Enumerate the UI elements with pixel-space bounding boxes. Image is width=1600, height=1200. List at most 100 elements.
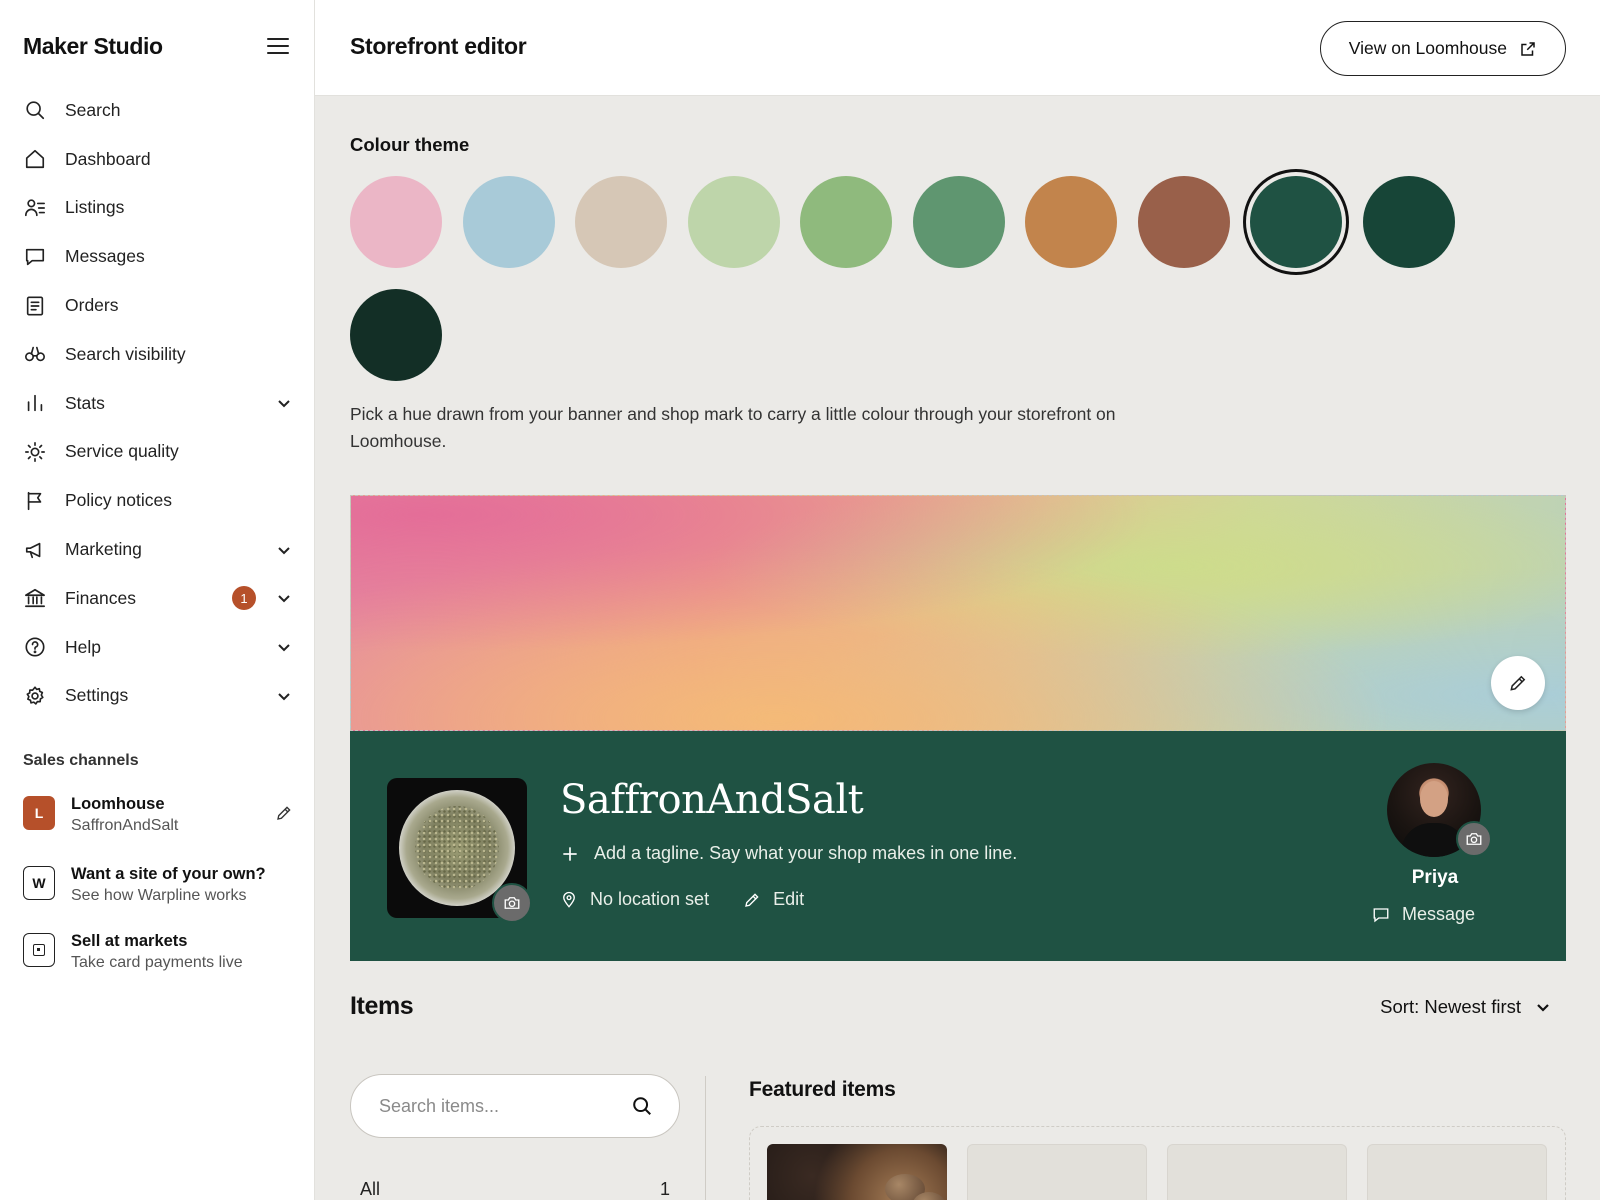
search-icon[interactable] (631, 1095, 653, 1117)
sidebar-nav: Search Dashboard Listings Messages Order… (0, 86, 315, 720)
featured-item-slot[interactable] (967, 1144, 1147, 1200)
sidebar-item-label: Listings (65, 197, 125, 218)
chevron-down-icon[interactable] (276, 542, 292, 558)
items-title: Items (350, 992, 414, 1020)
colour-swatch[interactable] (800, 176, 892, 268)
channel-title: Want a site of your own? (71, 865, 266, 883)
channel-warpline[interactable]: W Want a site of your own? See how Warpl… (23, 864, 293, 906)
sidebar-item-service-quality[interactable]: Service quality (0, 428, 315, 477)
sidebar-item-stats[interactable]: Stats (0, 379, 315, 428)
shop-name[interactable]: SaffronAndSalt (560, 777, 864, 823)
sidebar-item-label: Finances (65, 587, 137, 608)
home-icon (23, 147, 47, 171)
sidebar-item-finances[interactable]: Finances 1 (0, 574, 315, 623)
featured-item-slot[interactable] (1167, 1144, 1347, 1200)
sales-channels-title: Sales channels (23, 752, 139, 769)
colour-swatch[interactable] (1025, 176, 1117, 268)
view-button-label: View on Loomhouse (1348, 38, 1507, 58)
channel-subtitle: See how Warpline works (71, 887, 247, 904)
chevron-down-icon[interactable] (276, 590, 292, 606)
chevron-down-icon[interactable] (276, 395, 292, 411)
sidebar-item-label: Marketing (65, 539, 142, 560)
chevron-down-icon[interactable] (276, 688, 292, 704)
channel-markets[interactable]: Sell at markets Take card payments live (23, 931, 293, 973)
colour-swatch-selected[interactable] (1250, 176, 1342, 268)
colour-swatch[interactable] (575, 176, 667, 268)
page-title: Storefront editor (350, 33, 527, 59)
category-label: All (360, 1179, 381, 1199)
sidebar-item-search-visibility[interactable]: Search visibility (0, 330, 315, 379)
sidebar-item-orders[interactable]: Orders (0, 281, 315, 330)
featured-items-dropzone (749, 1126, 1566, 1200)
category-row-all[interactable]: All 1 (360, 1179, 670, 1200)
sidebar-item-search[interactable]: Search (0, 86, 315, 135)
pencil-icon (745, 892, 759, 907)
colour-theme-helper-text: Pick a hue drawn from your banner and sh… (350, 404, 1116, 451)
message-owner-button[interactable]: Message (1372, 904, 1475, 925)
card-reader-icon (23, 933, 55, 967)
sidebar-item-help[interactable]: Help (0, 623, 315, 672)
sidebar-item-label: Search (65, 99, 121, 120)
colour-swatch[interactable] (687, 176, 780, 268)
chevron-down-icon (1537, 1004, 1549, 1012)
sun-icon (23, 440, 47, 464)
colour-swatch[interactable] (350, 176, 442, 268)
sort-dropdown[interactable]: Sort: Newest first (1380, 996, 1551, 1018)
sidebar-item-messages[interactable]: Messages (0, 232, 315, 281)
edit-banner-button[interactable] (1491, 656, 1545, 710)
flag-icon (23, 489, 47, 513)
colour-swatch[interactable] (350, 289, 442, 381)
plus-icon (563, 846, 577, 861)
sidebar-item-dashboard[interactable]: Dashboard (0, 135, 315, 184)
camera-icon (504, 897, 520, 909)
shop-owner: Priya Message (1360, 731, 1510, 961)
featured-item-slot[interactable] (1367, 1144, 1547, 1200)
channel-text: Sell at markets Take card payments live (71, 931, 293, 973)
edit-pencil-icon[interactable] (275, 804, 293, 827)
location-pin-icon (563, 891, 575, 908)
location-row: No location set Edit (560, 889, 804, 910)
channel-loomhouse[interactable]: L Loomhouse SaffronAndSalt (23, 794, 293, 836)
colour-swatch[interactable] (462, 176, 555, 268)
change-logo-button[interactable] (492, 883, 532, 923)
main-content: Colour theme Pick a hue drawn from your … (315, 96, 1600, 1200)
channel-subtitle: SaffronAndSalt (71, 817, 179, 834)
spice-texture (415, 806, 499, 890)
sidebar-item-label: Help (65, 636, 101, 657)
hamburger-menu-icon[interactable] (265, 35, 291, 57)
camera-icon (1466, 833, 1482, 845)
sidebar-item-label: Messages (65, 246, 145, 267)
channel-title: Loomhouse (71, 795, 165, 813)
shop-banner[interactable] (350, 495, 1566, 731)
sidebar-item-settings[interactable]: Settings (0, 672, 315, 721)
change-avatar-button[interactable] (1456, 821, 1492, 857)
colour-swatch[interactable] (912, 176, 1005, 268)
message-label: Message (1402, 904, 1476, 924)
view-on-loomhouse-button[interactable]: View on Loomhouse (1319, 21, 1566, 76)
channel-title: Sell at markets (71, 932, 188, 950)
add-tagline-button[interactable]: Add a tagline. Say what your shop makes … (560, 843, 1017, 864)
colour-theme-title: Colour theme (350, 134, 470, 155)
colour-swatch[interactable] (1362, 176, 1455, 268)
search-icon (23, 98, 47, 122)
sidebar-item-policy-notices[interactable]: Policy notices (0, 476, 315, 525)
channel-subtitle: Take card payments live (71, 954, 243, 971)
edit-location-button[interactable]: Edit (743, 889, 804, 910)
help-icon (23, 635, 47, 659)
chevron-down-icon[interactable] (276, 639, 292, 655)
message-icon (1373, 907, 1389, 922)
featured-item-photo[interactable] (767, 1144, 947, 1200)
item-search-input[interactable] (379, 1095, 631, 1117)
channel-avatar: L (23, 796, 55, 830)
edit-location-label: Edit (773, 889, 805, 909)
sidebar-item-listings[interactable]: Listings (0, 184, 315, 233)
pencil-icon (1510, 675, 1526, 691)
sidebar-item-marketing[interactable]: Marketing (0, 525, 315, 574)
colour-swatch[interactable] (1137, 176, 1230, 268)
sidebar-item-label: Dashboard (65, 148, 151, 169)
brand-row: Maker Studio (23, 30, 291, 62)
owner-portrait-face (1420, 781, 1448, 817)
notification-badge: 1 (232, 586, 256, 611)
sidebar-item-label: Search visibility (65, 343, 186, 364)
location-text: No location set (590, 889, 710, 909)
